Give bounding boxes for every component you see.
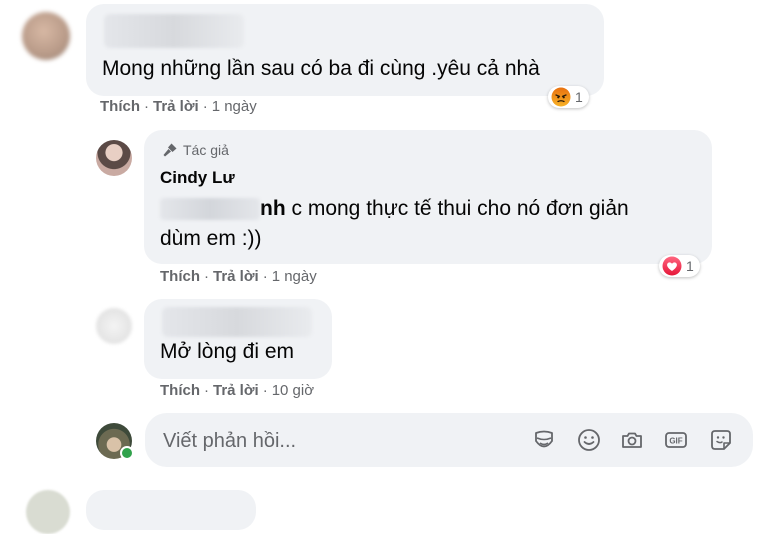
- comment-text: Mở lòng đi em: [160, 340, 294, 363]
- comment-bubble: Tác giả Cindy Lư nh c mong thực tế thui …: [144, 130, 712, 264]
- camera-icon-glyph: [622, 432, 642, 448]
- avatar-sticker-icon[interactable]: [708, 427, 734, 453]
- comment-text-line1: c mong thực tế thui cho nó đơn giản: [285, 197, 629, 220]
- commenter-avatar[interactable]: [22, 12, 70, 60]
- mention-tail[interactable]: nh: [260, 197, 286, 220]
- reply-input[interactable]: [161, 413, 525, 469]
- online-indicator: [120, 446, 134, 460]
- author-badge-label: Tác giả: [183, 142, 229, 158]
- commenter-name-blurred[interactable]: [104, 14, 244, 48]
- comment-time[interactable]: 1 ngày: [272, 268, 317, 285]
- like-link[interactable]: Thích: [160, 382, 200, 399]
- gif-icon-glyph: GIF: [665, 432, 687, 448]
- commenter-name-blurred[interactable]: [162, 307, 312, 337]
- current-user-avatar[interactable]: [96, 423, 134, 460]
- svg-text:GIF: GIF: [669, 437, 682, 446]
- comment-bubble: Mong những lần sau có ba đi cùng .yêu cả…: [86, 4, 604, 96]
- comment-actions: Thích · Trả lời · 1 ngày: [100, 98, 257, 115]
- gif-icon[interactable]: GIF: [663, 427, 689, 453]
- microphone-icon: [163, 143, 177, 157]
- angry-reaction-icon: [551, 87, 571, 107]
- reaction-count: 1: [575, 89, 583, 105]
- mention-blurred[interactable]: [160, 198, 260, 221]
- reaction-count: 1: [686, 258, 694, 274]
- comment-bubble: Mở lòng đi em: [144, 299, 332, 379]
- sticker-icon[interactable]: [531, 427, 557, 453]
- reaction-summary[interactable]: 1: [548, 86, 589, 108]
- author-avatar[interactable]: [96, 140, 132, 176]
- comment-time[interactable]: 10 giờ: [272, 382, 314, 399]
- emoji-icon[interactable]: [576, 427, 602, 453]
- camera-icon[interactable]: [619, 427, 645, 453]
- comment-text: nh c mong thực tế thui cho nó đơn giản d…: [160, 194, 629, 254]
- comment-text-line2: dùm em :)): [160, 227, 262, 250]
- comment-actions: Thích · Trả lời · 10 giờ: [160, 382, 315, 399]
- emoji-icon-glyph: [578, 429, 600, 451]
- reply-link[interactable]: Trả lời: [213, 268, 259, 285]
- like-link[interactable]: Thích: [100, 98, 140, 115]
- next-comment-bubble: [86, 490, 256, 530]
- sticker-icon-glyph: [535, 430, 553, 448]
- reply-link[interactable]: Trả lời: [213, 382, 259, 399]
- author-name[interactable]: Cindy Lư: [160, 168, 235, 188]
- comment-time[interactable]: 1 ngày: [212, 98, 257, 115]
- reply-input-container[interactable]: GIF: [145, 413, 753, 469]
- author-badge: Tác giả: [162, 142, 229, 158]
- reaction-summary[interactable]: 1: [659, 255, 700, 277]
- reply-link[interactable]: Trả lời: [153, 98, 199, 115]
- avatar-sticker-icon-glyph: [711, 430, 731, 450]
- like-link[interactable]: Thích: [160, 268, 200, 285]
- heart-reaction-icon: [662, 256, 682, 276]
- commenter-avatar[interactable]: [96, 308, 132, 344]
- comment-actions: Thích · Trả lời · 1 ngày: [160, 268, 317, 285]
- comment-text: Mong những lần sau có ba đi cùng .yêu cả…: [102, 57, 540, 80]
